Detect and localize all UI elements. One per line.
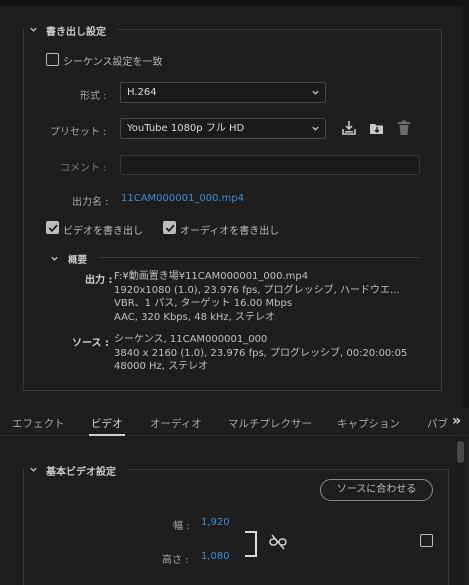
scrollbar-thumb[interactable] (457, 441, 464, 463)
tab-publish[interactable]: パブ (427, 416, 448, 431)
chevron-down-icon[interactable] (29, 465, 38, 474)
summary-output-lines: F:¥動画置き場¥11CAM000001_000.mp4 1920x1080 (… (114, 270, 400, 324)
summary-source-label: ソース : (72, 338, 109, 349)
summary-output-label: 出力 : (85, 275, 113, 286)
summary-divider (98, 257, 420, 258)
output-name-link[interactable]: 11CAM000001_000.mp4 (121, 193, 244, 204)
comment-input[interactable] (120, 155, 420, 175)
preset-label: プリセット : (50, 127, 107, 138)
summary-source-lines: シーケンス, 11CAM000001_000 3840 x 2160 (1.0)… (114, 333, 407, 374)
summary-title: 概要 (68, 255, 88, 266)
match-sequence-label: シーケンス設定を一致 (63, 57, 163, 68)
export-video-label: ビデオを書き出し (63, 226, 143, 237)
summary-source-line: 3840 x 2160 (1.0), 23.976 fps, プログレッシブ, … (114, 347, 408, 359)
summary-output-line: F:¥動画置き場¥11CAM000001_000.mp4 (114, 271, 309, 282)
summary-output-line: AAC, 320 Kbps, 48 kHz, ステレオ (114, 311, 276, 323)
tab-effects[interactable]: エフェクト (12, 416, 65, 431)
tabs-overflow-icon[interactable]: » (452, 413, 461, 429)
height-label: 高さ : (162, 555, 189, 566)
active-tab-indicator (89, 434, 125, 436)
top-bar (0, 0, 469, 6)
unlink-icon[interactable] (269, 533, 287, 551)
import-preset-icon[interactable] (368, 120, 386, 136)
format-dropdown[interactable]: H.264 (120, 82, 326, 103)
format-label: 形式 : (80, 91, 107, 102)
preset-value: YouTube 1080p フル HD (127, 123, 245, 134)
delete-preset-icon[interactable] (397, 120, 411, 136)
tab-captions[interactable]: キャプション (337, 416, 400, 431)
tab-video[interactable]: ビデオ (91, 416, 123, 431)
chevron-down-icon[interactable] (50, 254, 59, 263)
tab-audio[interactable]: オーディオ (150, 416, 202, 431)
tab-multiplexer[interactable]: マルチプレクサー (228, 416, 312, 431)
export-audio-label: オーディオを書き出し (180, 226, 280, 237)
resize-checkbox[interactable] (420, 534, 433, 547)
export-video-checkbox[interactable] (46, 221, 59, 234)
export-settings-header-line (118, 29, 442, 30)
save-preset-icon[interactable] (341, 120, 357, 136)
width-label: 幅 : (173, 521, 190, 532)
preset-dropdown[interactable]: YouTube 1080p フル HD (120, 118, 326, 139)
match-sequence-checkbox[interactable] (46, 53, 59, 66)
basic-video-title: 基本ビデオ設定 (46, 467, 116, 478)
chevron-down-icon (312, 90, 319, 95)
format-value: H.264 (127, 87, 157, 98)
chevron-down-icon (312, 126, 319, 131)
height-value[interactable]: 1,080 (201, 551, 230, 562)
summary-output-line: 1920x1080 (1.0), 23.976 fps, プログレッシブ, ハー… (114, 284, 400, 296)
right-edge (462, 0, 469, 410)
width-value[interactable]: 1,920 (201, 517, 230, 528)
chevron-down-icon[interactable] (29, 25, 38, 34)
match-source-button[interactable]: ソースに合わせる (320, 479, 433, 501)
checkmark-icon (48, 224, 58, 233)
basic-video-header-line (128, 469, 449, 470)
summary-source-line: 48000 Hz, ステレオ (114, 361, 209, 372)
section-title: 書き出し設定 (46, 27, 106, 38)
summary-output-line: VBR、1 パス, ターゲット 16.00 Mbps (114, 298, 293, 309)
comment-label: コメント : (60, 163, 107, 174)
output-name-label: 出力名 : (72, 197, 109, 208)
export-audio-checkbox[interactable] (163, 221, 176, 234)
link-bracket (245, 531, 257, 557)
checkmark-icon (165, 224, 175, 233)
summary-source-line: シーケンス, 11CAM000001_000 (114, 334, 268, 345)
